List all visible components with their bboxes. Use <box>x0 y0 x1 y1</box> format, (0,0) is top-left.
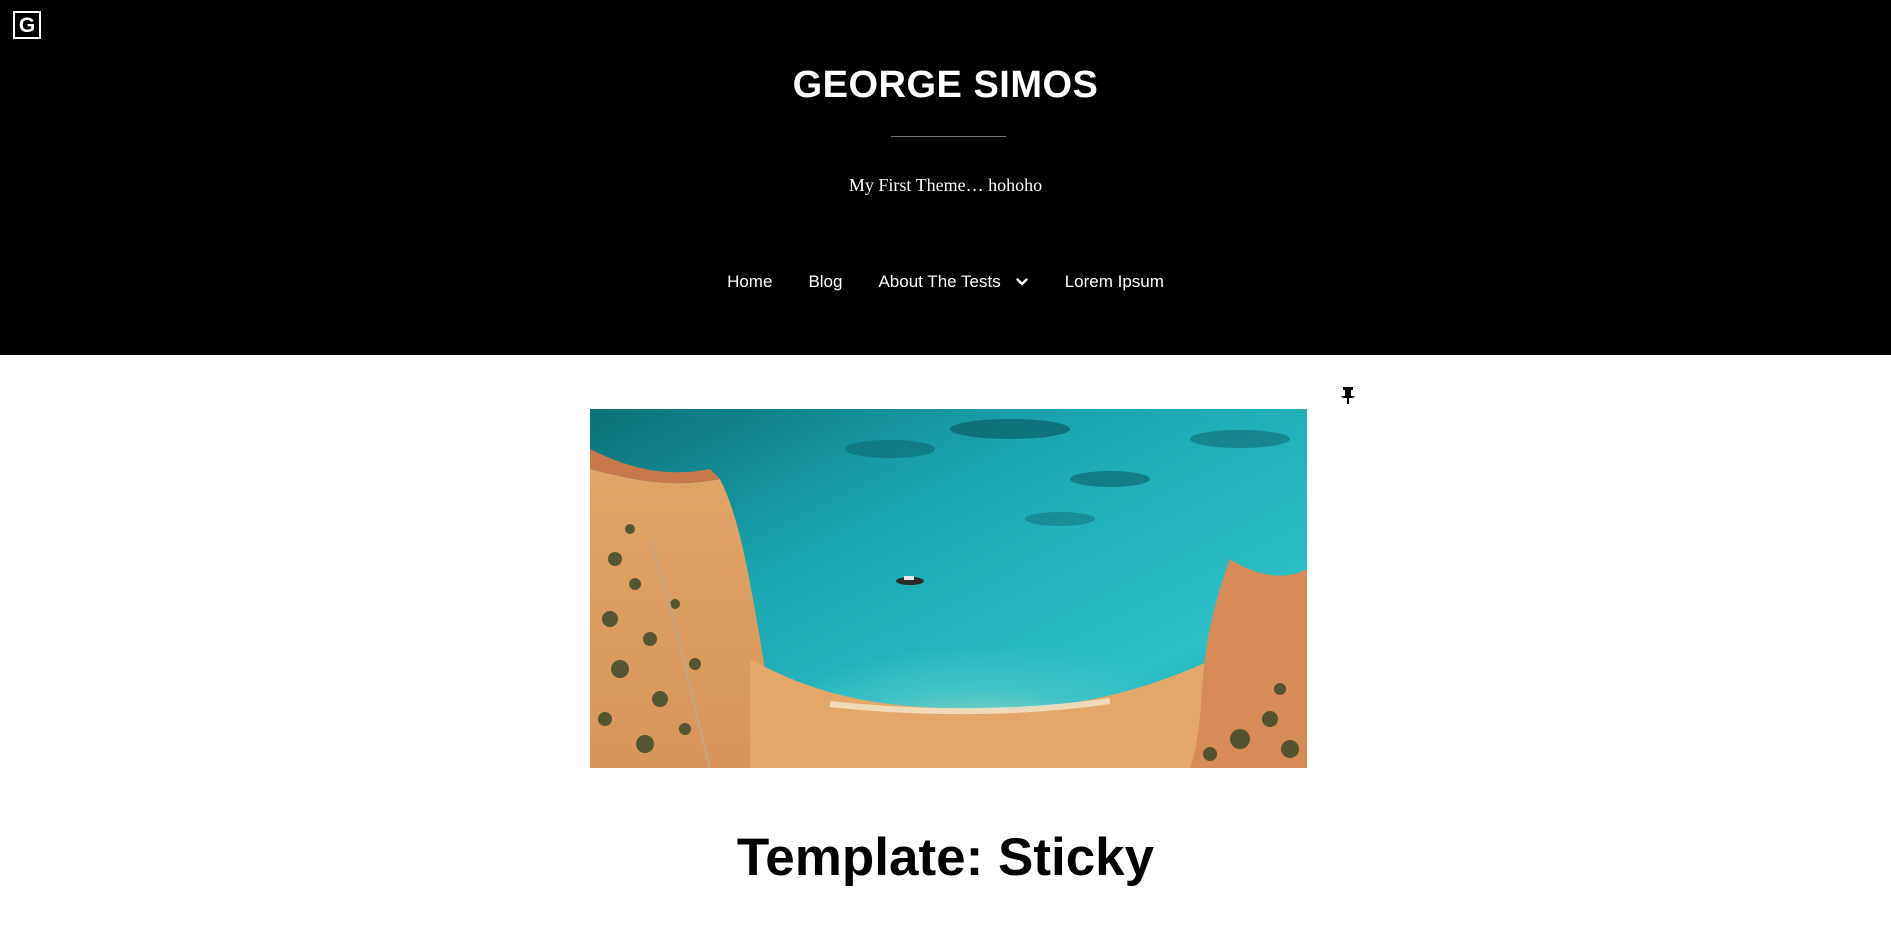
featured-image[interactable] <box>590 409 1307 768</box>
nav-item-label: About The Tests <box>878 272 1001 291</box>
site-header: G GEORGE SIMOS My First Theme… hohoho Ho… <box>0 0 1891 355</box>
main-content: Template: Sticky <box>0 355 1891 935</box>
logo-letter: G <box>18 13 36 37</box>
nav-item-label: Blog <box>808 272 843 291</box>
nav-item-about-the-tests[interactable]: About The Tests <box>860 270 1046 294</box>
pushpin-icon <box>1341 387 1355 404</box>
post-title[interactable]: Template: Sticky <box>0 827 1891 889</box>
title-divider <box>891 136 1006 137</box>
site-title[interactable]: GEORGE SIMOS <box>0 62 1891 108</box>
main-navigation: Home Blog About The Tests Lorem Ipsum <box>0 270 1891 294</box>
nav-item-home[interactable]: Home <box>709 270 790 294</box>
nav-item-label: Lorem Ipsum <box>1064 272 1164 291</box>
chevron-down-icon[interactable] <box>1015 275 1029 289</box>
nav-item-label: Home <box>727 272 773 291</box>
site-tagline: My First Theme… hohoho <box>848 175 1043 195</box>
nav-item-blog[interactable]: Blog <box>790 270 860 294</box>
nav-item-lorem-ipsum[interactable]: Lorem Ipsum <box>1047 270 1182 294</box>
site-logo[interactable]: G <box>13 11 41 39</box>
